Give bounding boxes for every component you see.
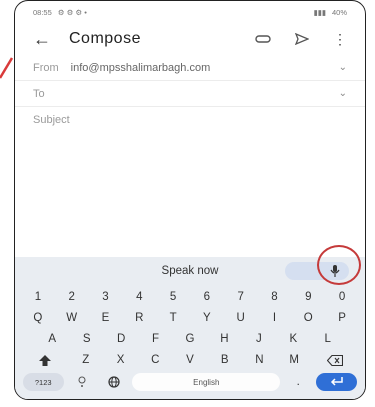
- key-u[interactable]: U: [225, 309, 256, 327]
- key-9[interactable]: 9: [293, 288, 324, 306]
- emoji-icon[interactable]: [67, 373, 97, 391]
- from-label: From: [33, 61, 59, 74]
- key-i[interactable]: I: [259, 309, 290, 327]
- back-arrow-icon[interactable]: ←: [33, 29, 55, 50]
- key-0[interactable]: 0: [327, 288, 358, 306]
- more-vert-icon[interactable]: ⋮: [333, 31, 347, 48]
- to-label: To: [33, 87, 45, 100]
- key-j[interactable]: J: [243, 330, 274, 348]
- key-y[interactable]: Y: [191, 309, 222, 327]
- key-s[interactable]: S: [71, 330, 102, 348]
- space-key[interactable]: English: [132, 373, 281, 391]
- key-7[interactable]: 7: [225, 288, 256, 306]
- key-b[interactable]: B: [209, 351, 241, 369]
- key-4[interactable]: 4: [124, 288, 155, 306]
- signal-icon: ▮▮▮: [313, 7, 326, 17]
- key-d[interactable]: D: [105, 330, 136, 348]
- page-title: Compose: [69, 30, 141, 47]
- shift-icon[interactable]: [23, 351, 67, 369]
- key-p[interactable]: P: [327, 309, 358, 327]
- chevron-down-icon[interactable]: ⌄: [339, 88, 347, 99]
- email-body[interactable]: [15, 131, 365, 257]
- number-row: 1 2 3 4 5 6 7 8 9 0: [15, 288, 365, 306]
- letter-row-1: Q W E R T Y U I O P: [15, 309, 365, 327]
- key-c[interactable]: C: [139, 351, 171, 369]
- key-5[interactable]: 5: [158, 288, 189, 306]
- key-e[interactable]: E: [90, 309, 121, 327]
- key-8[interactable]: 8: [259, 288, 290, 306]
- speak-now-label: Speak now: [161, 265, 219, 277]
- attach-icon[interactable]: [255, 34, 271, 44]
- app-bar: ← Compose ⋮: [15, 23, 365, 55]
- key-t[interactable]: T: [158, 309, 189, 327]
- voice-input-bar: Speak now: [15, 257, 365, 285]
- enter-icon[interactable]: [316, 373, 358, 391]
- notification-icons: ⚙ ⚙ ⚙ •: [57, 7, 87, 17]
- send-icon[interactable]: [295, 33, 309, 45]
- period-key[interactable]: .: [283, 373, 313, 391]
- key-h[interactable]: H: [209, 330, 240, 348]
- letter-row-3: Z X C V B N M: [15, 351, 365, 369]
- key-3[interactable]: 3: [90, 288, 121, 306]
- key-n[interactable]: N: [244, 351, 276, 369]
- from-field[interactable]: From info@mpsshalimarbagh.com ⌄: [15, 55, 365, 81]
- microphone-icon[interactable]: [321, 257, 349, 285]
- to-field[interactable]: To ⌄: [15, 81, 365, 107]
- key-o[interactable]: O: [293, 309, 324, 327]
- key-g[interactable]: G: [174, 330, 205, 348]
- phone-screen: 08:55 ⚙ ⚙ ⚙ • ▮▮▮ 40% ← Compose ⋮ From i…: [14, 0, 366, 400]
- key-w[interactable]: W: [56, 309, 87, 327]
- status-time: 08:55: [33, 7, 52, 17]
- battery-level: 40%: [331, 7, 347, 17]
- key-z[interactable]: Z: [70, 351, 102, 369]
- backspace-icon[interactable]: [313, 351, 357, 369]
- status-bar: 08:55 ⚙ ⚙ ⚙ • ▮▮▮ 40%: [15, 1, 365, 23]
- key-v[interactable]: V: [174, 351, 206, 369]
- chevron-down-icon[interactable]: ⌄: [339, 62, 347, 73]
- key-m[interactable]: M: [278, 351, 310, 369]
- key-q[interactable]: Q: [23, 309, 54, 327]
- globe-icon[interactable]: [100, 373, 130, 391]
- from-value: info@mpsshalimarbagh.com: [70, 61, 211, 74]
- subject-placeholder: Subject: [33, 114, 70, 126]
- key-2[interactable]: 2: [56, 288, 87, 306]
- bottom-row: ?123 English .: [15, 373, 365, 391]
- key-f[interactable]: F: [140, 330, 171, 348]
- key-a[interactable]: A: [37, 330, 68, 348]
- key-6[interactable]: 6: [191, 288, 222, 306]
- key-l[interactable]: L: [312, 330, 343, 348]
- key-k[interactable]: K: [278, 330, 309, 348]
- key-x[interactable]: X: [105, 351, 137, 369]
- subject-field[interactable]: Subject: [15, 107, 365, 133]
- key-1[interactable]: 1: [23, 288, 54, 306]
- keyboard: Speak now 1 2 3 4 5 6 7 8 9 0 Q W E R T …: [15, 257, 365, 399]
- symbols-key[interactable]: ?123: [22, 373, 64, 391]
- key-r[interactable]: R: [124, 309, 155, 327]
- letter-row-2: A S D F G H J K L: [15, 330, 365, 348]
- red-arrow-annotation: [0, 57, 14, 79]
